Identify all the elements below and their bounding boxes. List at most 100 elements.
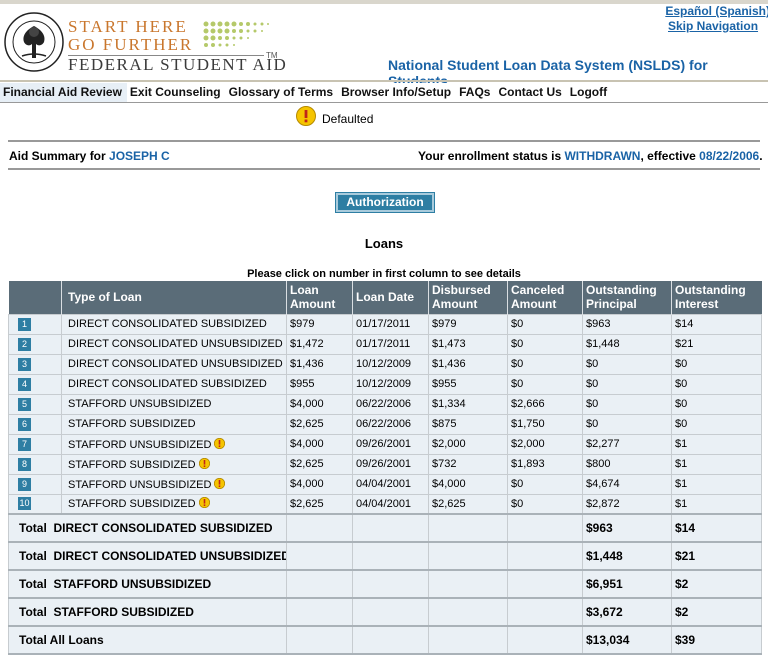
table-instruction: Please click on number in first column t… — [247, 268, 521, 280]
loan-detail-link[interactable]: 9 — [18, 477, 31, 491]
nav-divider — [0, 102, 768, 103]
nav-glossary-of-terms[interactable]: Glossary of Terms — [226, 83, 338, 103]
loan-number-cell: 9 — [8, 473, 62, 495]
loan-date-cell: 01/17/2011 — [352, 313, 429, 335]
spanish-language-link[interactable]: Español (Spanish) — [665, 4, 768, 18]
outstanding-principal-cell: $2,277 — [582, 433, 672, 455]
aid-summary-prefix: Aid Summary for — [9, 149, 106, 163]
defaulted-legend: Defaulted — [296, 106, 373, 126]
loan-amount-cell: $4,000 — [286, 473, 353, 495]
total-empty-cell — [428, 625, 508, 655]
outstanding-interest-cell: $0 — [671, 413, 762, 435]
nav-faqs[interactable]: FAQs — [456, 83, 495, 103]
nav-financial-aid-review[interactable]: Financial Aid Review — [0, 83, 127, 103]
site-header: START HERE GO FURTHER FEDERAL STUDENT AI… — [0, 0, 768, 89]
total-empty-cell — [286, 541, 353, 571]
loan-detail-link[interactable]: 2 — [18, 337, 31, 351]
nav-exit-counseling[interactable]: Exit Counseling — [127, 83, 226, 103]
total-label-cell: Total DIRECT CONSOLIDATED SUBSIDIZED — [8, 513, 287, 543]
disbursed-amount-cell: $1,473 — [428, 333, 508, 355]
outstanding-interest-cell: $1 — [671, 473, 762, 495]
loan-type: STAFFORD SUBSIDIZED — [68, 458, 196, 471]
canceled-amount-cell: $1,893 — [507, 453, 583, 475]
loan-type-cell: STAFFORD SUBSIDIZED — [61, 493, 287, 515]
loan-type-cell: STAFFORD UNSUBSIDIZED — [61, 393, 287, 415]
total-row: Total STAFFORD UNSUBSIDIZED $6,951 $2 — [8, 569, 762, 599]
loan-detail-link[interactable]: 1 — [18, 317, 31, 331]
canceled-amount-cell: $2,666 — [507, 393, 583, 415]
nav-logoff[interactable]: Logoff — [567, 83, 612, 103]
total-empty-cell — [428, 597, 508, 627]
total-label-cell: Total STAFFORD UNSUBSIDIZED — [8, 569, 287, 599]
outstanding-principal-cell: $2,872 — [582, 493, 672, 515]
loan-row: 7 STAFFORD UNSUBSIDIZED $4,000 09/26/2001 $2… — [8, 433, 762, 455]
loan-type: STAFFORD SUBSIDIZED — [68, 418, 196, 430]
loan-detail-link[interactable]: 8 — [18, 457, 31, 471]
loan-detail-link[interactable]: 3 — [18, 357, 31, 371]
loan-number-cell: 2 — [8, 333, 62, 355]
loan-amount-cell: $4,000 — [286, 433, 353, 455]
disbursed-amount-cell: $1,436 — [428, 353, 508, 375]
total-interest-cell: $2 — [671, 569, 762, 599]
loan-number-cell: 10 — [8, 493, 62, 515]
outstanding-interest-cell: $14 — [671, 313, 762, 335]
total-principal-cell: $6,951 — [582, 569, 672, 599]
loan-row: 3 DIRECT CONSOLIDATED UNSUBSIDIZED $1,436 1… — [8, 353, 762, 375]
header-divider — [0, 80, 768, 82]
logo-divider — [68, 55, 264, 56]
loan-date-cell: 09/26/2001 — [352, 453, 429, 475]
outstanding-interest-cell: $0 — [671, 353, 762, 375]
canceled-amount-cell: $0 — [507, 493, 583, 515]
loan-number-cell: 5 — [8, 393, 62, 415]
loan-detail-link[interactable]: 10 — [18, 497, 31, 511]
loan-type: DIRECT CONSOLIDATED UNSUBSIDIZED — [68, 358, 283, 370]
loans-title: Loans — [364, 236, 404, 251]
loan-detail-link[interactable]: 7 — [18, 437, 31, 451]
loan-row: 2 DIRECT CONSOLIDATED UNSUBSIDIZED $1,472 0… — [8, 333, 762, 355]
loan-type: DIRECT CONSOLIDATED SUBSIDIZED — [68, 318, 267, 330]
table-header-row: Type of Loan Loan Amount Loan Date Disbu… — [8, 281, 762, 314]
nav-contact-us[interactable]: Contact Us — [495, 83, 566, 103]
top-strip — [0, 0, 768, 4]
loan-date-cell: 10/12/2009 — [352, 373, 429, 395]
nav-browser-info-setup[interactable]: Browser Info/Setup — [338, 83, 456, 103]
loan-amount-cell: $955 — [286, 373, 353, 395]
skip-navigation-link[interactable]: Skip Navigation — [668, 19, 758, 33]
canceled-amount-cell: $0 — [507, 353, 583, 375]
enrollment-status-value: WITHDRAWN — [564, 149, 641, 163]
total-principal-cell: $963 — [582, 513, 672, 543]
loan-detail-link[interactable]: 5 — [18, 397, 31, 411]
loan-row: 6 STAFFORD SUBSIDIZED $2,625 06/22/2006 $875… — [8, 413, 762, 435]
loan-detail-link[interactable]: 6 — [18, 417, 31, 431]
total-label-cell: Total STAFFORD SUBSIDIZED — [8, 597, 287, 627]
outstanding-principal-cell: $1,448 — [582, 333, 672, 355]
col-header-disbursed: Disbursed Amount — [428, 281, 508, 314]
loan-detail-link[interactable]: 4 — [18, 377, 31, 391]
defaulted-label: Defaulted — [322, 112, 374, 126]
loan-number-cell: 1 — [8, 313, 62, 335]
total-empty-cell — [352, 597, 429, 627]
logo-line-federal-student-aid: FEDERAL STUDENT AID — [68, 55, 288, 74]
total-empty-cell — [507, 569, 583, 599]
disbursed-amount-cell: $2,000 — [428, 433, 508, 455]
summary-bottom-divider — [8, 168, 760, 170]
loan-number-cell: 3 — [8, 353, 62, 375]
col-header-loan-date: Loan Date — [352, 281, 429, 314]
main-nav: Financial Aid Review Exit Counseling Glo… — [0, 83, 768, 103]
disbursed-amount-cell: $2,625 — [428, 493, 508, 515]
outstanding-principal-cell: $963 — [582, 313, 672, 335]
loan-amount-cell: $979 — [286, 313, 353, 335]
authorization-button[interactable]: Authorization — [335, 192, 435, 213]
loan-number-cell: 4 — [8, 373, 62, 395]
summary-top-divider — [8, 140, 760, 142]
loan-type: STAFFORD SUBSIDIZED — [68, 498, 196, 511]
aid-summary: Aid Summary for JOSEPH C — [9, 149, 170, 163]
loan-number-cell: 7 — [8, 433, 62, 455]
loan-type-cell: STAFFORD UNSUBSIDIZED — [61, 473, 287, 495]
loan-type: STAFFORD UNSUBSIDIZED — [68, 478, 212, 491]
warning-icon — [214, 477, 226, 489]
total-empty-cell — [286, 597, 353, 627]
col-header-loan-amount: Loan Amount — [286, 281, 353, 314]
disbursed-amount-cell: $732 — [428, 453, 508, 475]
loan-row: 5 STAFFORD UNSUBSIDIZED $4,000 06/22/2006 $1… — [8, 393, 762, 415]
